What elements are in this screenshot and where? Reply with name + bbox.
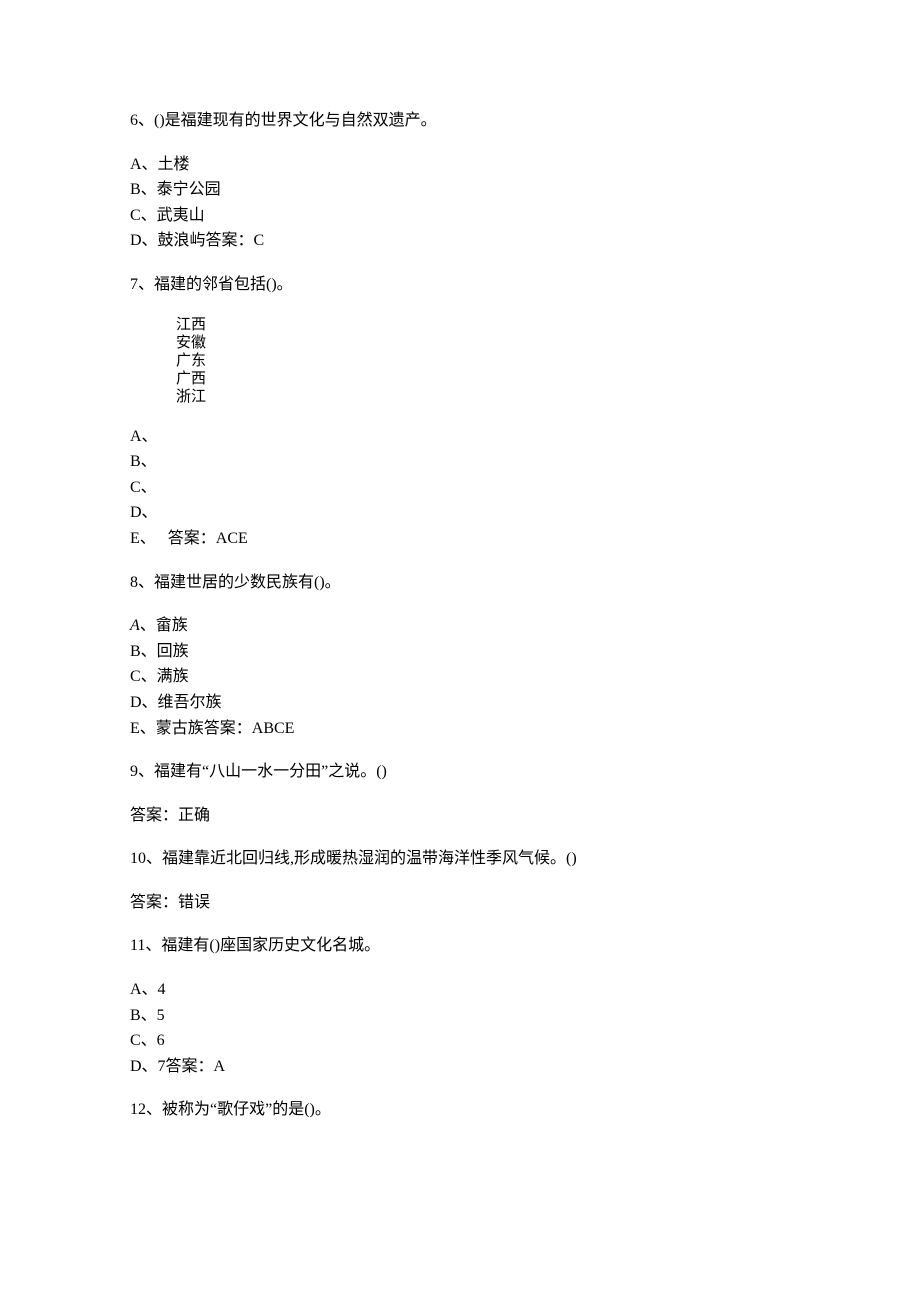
q7-option-e-answer: E、 答案：ACE <box>130 526 790 552</box>
q8-option-e-answer: E、蒙古族答案：ABCE <box>130 716 790 742</box>
q11-option-d-answer: D、7答案：A <box>130 1054 790 1080</box>
document-page: 6、()是福建现有的世界文化与自然双遗产。 A、土楼 B、泰宁公园 C、武夷山 … <box>0 0 920 1301</box>
q8-option-a-letter: A <box>130 617 140 634</box>
q7-option-c: C、 <box>130 475 790 501</box>
q7-option-b: B、 <box>130 449 790 475</box>
question-10-answer: 答案：错误 <box>130 890 790 916</box>
question-7-inset-list: 江西 安徽 广东 广西 浙江 <box>176 316 790 406</box>
q7-inset-2: 安徽 <box>176 334 790 352</box>
q8-option-a: A、畲族 <box>130 613 790 639</box>
q7-inset-5: 浙江 <box>176 388 790 406</box>
question-9-stem: 9、福建有“八山一水一分田”之说。() <box>130 759 790 785</box>
q7-inset-1: 江西 <box>176 316 790 334</box>
question-7-letters: A、 B、 C、 D、 E、 答案：ACE <box>130 424 790 552</box>
q6-option-d-answer: D、鼓浪屿答案：C <box>130 228 790 254</box>
question-10-stem: 10、福建靠近北回归线,形成暖热湿润的温带海洋性季风气候。() <box>130 846 790 872</box>
q7-inset-3: 广东 <box>176 352 790 370</box>
q8-option-b: B、回族 <box>130 639 790 665</box>
question-11-stem: 11、福建有()座国家历史文化名城。 <box>130 933 790 959</box>
q6-option-a: A、土楼 <box>130 152 790 178</box>
q8-option-c: C、满族 <box>130 664 790 690</box>
q11-option-a: A、4 <box>130 977 790 1003</box>
q8-option-a-text: 、畲族 <box>140 617 188 634</box>
question-12-stem: 12、被称为“歌仔戏”的是()。 <box>130 1097 790 1123</box>
question-7-stem: 7、福建的邻省包括()。 <box>130 272 790 298</box>
q7-inset-4: 广西 <box>176 370 790 388</box>
q6-option-b: B、泰宁公园 <box>130 177 790 203</box>
q6-option-c: C、武夷山 <box>130 203 790 229</box>
question-8-stem: 8、福建世居的少数民族有()。 <box>130 570 790 596</box>
question-9-answer: 答案：正确 <box>130 803 790 829</box>
question-6-options: A、土楼 B、泰宁公园 C、武夷山 D、鼓浪屿答案：C <box>130 152 790 254</box>
question-6-stem: 6、()是福建现有的世界文化与自然双遗产。 <box>130 108 790 134</box>
question-8-options: A、畲族 B、回族 C、满族 D、维吾尔族 E、蒙古族答案：ABCE <box>130 613 790 741</box>
q7-option-a: A、 <box>130 424 790 450</box>
q8-option-d: D、维吾尔族 <box>130 690 790 716</box>
question-11-options: A、4 B、5 C、6 D、7答案：A <box>130 977 790 1079</box>
q11-option-c: C、6 <box>130 1028 790 1054</box>
q7-option-d: D、 <box>130 500 790 526</box>
q11-option-b: B、5 <box>130 1003 790 1029</box>
